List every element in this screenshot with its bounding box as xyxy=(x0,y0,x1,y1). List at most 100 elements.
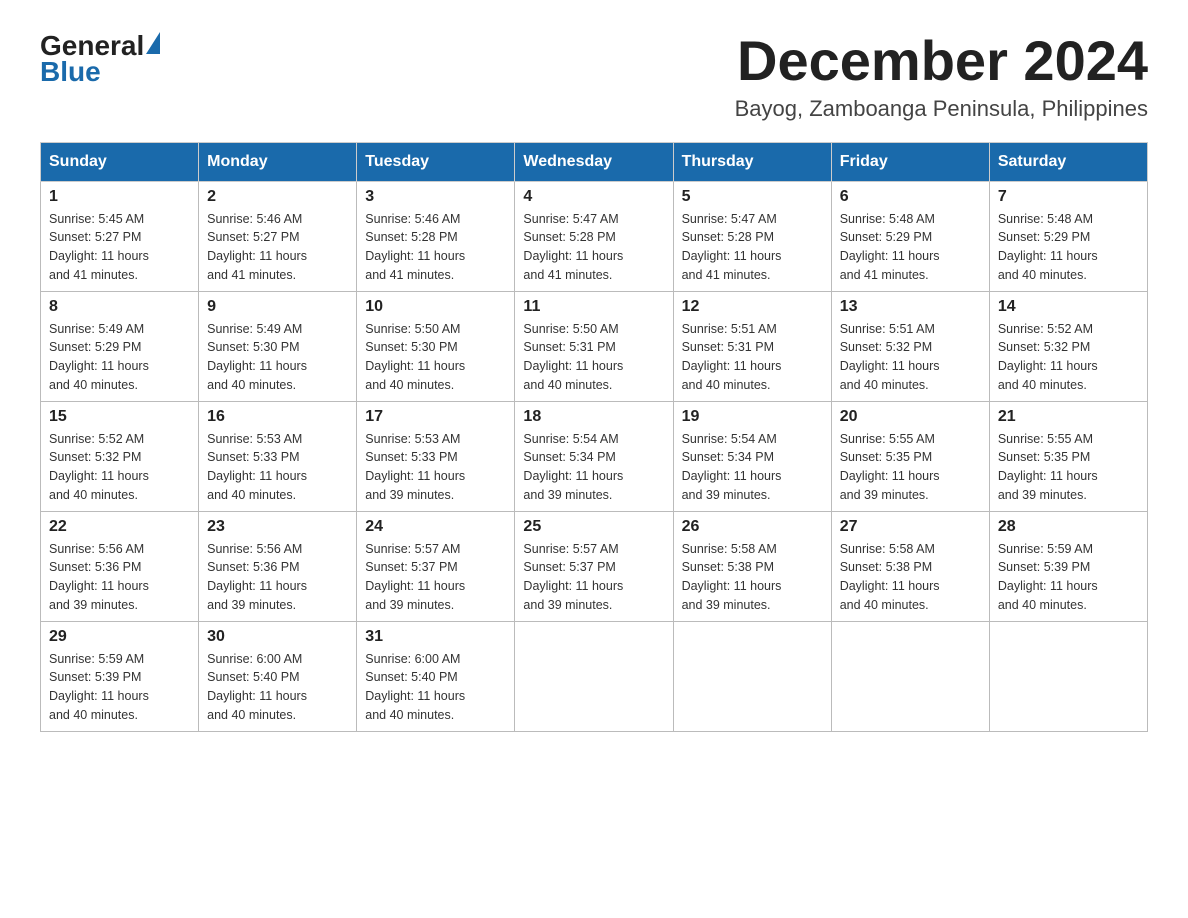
week-row-1: 1 Sunrise: 5:45 AMSunset: 5:27 PMDaylight… xyxy=(41,181,1148,291)
weekday-header-monday: Monday xyxy=(199,142,357,181)
day-number: 30 xyxy=(207,628,348,646)
weekday-header-thursday: Thursday xyxy=(673,142,831,181)
day-info: Sunrise: 5:55 AMSunset: 5:35 PMDaylight:… xyxy=(840,430,981,505)
calendar-cell: 19Sunrise: 5:54 AMSunset: 5:34 PMDayligh… xyxy=(673,401,831,511)
logo-blue-text: Blue xyxy=(40,56,101,88)
day-number: 21 xyxy=(998,408,1139,426)
week-row-3: 15 Sunrise: 5:52 AMSunset: 5:32 PMDayligh… xyxy=(41,401,1148,511)
day-info: Sunrise: 5:56 AMSunset: 5:36 PMDaylight:… xyxy=(49,540,190,615)
calendar-cell: 6 Sunrise: 5:48 AMSunset: 5:29 PMDaylight… xyxy=(831,181,989,291)
day-number: 9 xyxy=(207,298,348,316)
day-number: 12 xyxy=(682,298,823,316)
day-info: Sunrise: 5:48 AMSunset: 5:29 PMDaylight:… xyxy=(998,210,1139,285)
weekday-header-sunday: Sunday xyxy=(41,142,199,181)
calendar-table: SundayMondayTuesdayWednesdayThursdayFrid… xyxy=(40,142,1148,732)
calendar-cell: 3 Sunrise: 5:46 AMSunset: 5:28 PMDaylight… xyxy=(357,181,515,291)
calendar-cell: 13 Sunrise: 5:51 AMSunset: 5:32 PMDayligh… xyxy=(831,291,989,401)
calendar-cell: 24Sunrise: 5:57 AMSunset: 5:37 PMDayligh… xyxy=(357,511,515,621)
calendar-cell: 7 Sunrise: 5:48 AMSunset: 5:29 PMDaylight… xyxy=(989,181,1147,291)
day-number: 17 xyxy=(365,408,506,426)
day-number: 26 xyxy=(682,518,823,536)
day-number: 31 xyxy=(365,628,506,646)
location-subtitle: Bayog, Zamboanga Peninsula, Philippines xyxy=(735,96,1148,122)
day-info: Sunrise: 5:57 AMSunset: 5:37 PMDaylight:… xyxy=(523,540,664,615)
calendar-cell: 11Sunrise: 5:50 AMSunset: 5:31 PMDayligh… xyxy=(515,291,673,401)
calendar-cell: 15 Sunrise: 5:52 AMSunset: 5:32 PMDayligh… xyxy=(41,401,199,511)
day-number: 20 xyxy=(840,408,981,426)
day-info: Sunrise: 5:53 AMSunset: 5:33 PMDaylight:… xyxy=(365,430,506,505)
day-info: Sunrise: 5:52 AMSunset: 5:32 PMDaylight:… xyxy=(49,430,190,505)
day-info: Sunrise: 5:48 AMSunset: 5:29 PMDaylight:… xyxy=(840,210,981,285)
calendar-cell: 8Sunrise: 5:49 AMSunset: 5:29 PMDaylight… xyxy=(41,291,199,401)
calendar-cell: 29 Sunrise: 5:59 AMSunset: 5:39 PMDayligh… xyxy=(41,621,199,731)
day-number: 23 xyxy=(207,518,348,536)
day-number: 18 xyxy=(523,408,664,426)
calendar-cell xyxy=(673,621,831,731)
day-info: Sunrise: 5:45 AMSunset: 5:27 PMDaylight:… xyxy=(49,210,190,285)
day-number: 16 xyxy=(207,408,348,426)
day-info: Sunrise: 5:49 AMSunset: 5:30 PMDaylight:… xyxy=(207,320,348,395)
title-block: December 2024 Bayog, Zamboanga Peninsula… xyxy=(735,30,1148,122)
day-number: 27 xyxy=(840,518,981,536)
calendar-cell: 23 Sunrise: 5:56 AMSunset: 5:36 PMDayligh… xyxy=(199,511,357,621)
day-number: 1 xyxy=(49,188,190,206)
month-title: December 2024 xyxy=(735,30,1148,92)
day-number: 10 xyxy=(365,298,506,316)
day-info: Sunrise: 5:54 AMSunset: 5:34 PMDaylight:… xyxy=(523,430,664,505)
day-number: 13 xyxy=(840,298,981,316)
logo: General Blue xyxy=(40,30,160,88)
weekday-header-wednesday: Wednesday xyxy=(515,142,673,181)
calendar-cell: 31 Sunrise: 6:00 AMSunset: 5:40 PMDayligh… xyxy=(357,621,515,731)
day-number: 14 xyxy=(998,298,1139,316)
calendar-cell: 10Sunrise: 5:50 AMSunset: 5:30 PMDayligh… xyxy=(357,291,515,401)
day-info: Sunrise: 5:51 AMSunset: 5:31 PMDaylight:… xyxy=(682,320,823,395)
week-row-5: 29 Sunrise: 5:59 AMSunset: 5:39 PMDayligh… xyxy=(41,621,1148,731)
day-info: Sunrise: 5:55 AMSunset: 5:35 PMDaylight:… xyxy=(998,430,1139,505)
weekday-header-friday: Friday xyxy=(831,142,989,181)
day-info: Sunrise: 5:59 AMSunset: 5:39 PMDaylight:… xyxy=(49,650,190,725)
calendar-cell: 18 Sunrise: 5:54 AMSunset: 5:34 PMDayligh… xyxy=(515,401,673,511)
calendar-cell: 9 Sunrise: 5:49 AMSunset: 5:30 PMDaylight… xyxy=(199,291,357,401)
day-number: 6 xyxy=(840,188,981,206)
calendar-cell: 26Sunrise: 5:58 AMSunset: 5:38 PMDayligh… xyxy=(673,511,831,621)
day-number: 25 xyxy=(523,518,664,536)
day-info: Sunrise: 5:51 AMSunset: 5:32 PMDaylight:… xyxy=(840,320,981,395)
day-info: Sunrise: 5:56 AMSunset: 5:36 PMDaylight:… xyxy=(207,540,348,615)
calendar-cell: 1 Sunrise: 5:45 AMSunset: 5:27 PMDaylight… xyxy=(41,181,199,291)
day-info: Sunrise: 5:53 AMSunset: 5:33 PMDaylight:… xyxy=(207,430,348,505)
day-info: Sunrise: 5:49 AMSunset: 5:29 PMDaylight:… xyxy=(49,320,190,395)
calendar-cell: 16 Sunrise: 5:53 AMSunset: 5:33 PMDayligh… xyxy=(199,401,357,511)
calendar-cell: 21 Sunrise: 5:55 AMSunset: 5:35 PMDayligh… xyxy=(989,401,1147,511)
day-number: 7 xyxy=(998,188,1139,206)
calendar-cell: 22Sunrise: 5:56 AMSunset: 5:36 PMDayligh… xyxy=(41,511,199,621)
day-info: Sunrise: 6:00 AMSunset: 5:40 PMDaylight:… xyxy=(207,650,348,725)
day-number: 4 xyxy=(523,188,664,206)
calendar-cell: 17 Sunrise: 5:53 AMSunset: 5:33 PMDayligh… xyxy=(357,401,515,511)
calendar-cell xyxy=(831,621,989,731)
day-number: 19 xyxy=(682,408,823,426)
calendar-cell: 5 Sunrise: 5:47 AMSunset: 5:28 PMDaylight… xyxy=(673,181,831,291)
weekday-header-tuesday: Tuesday xyxy=(357,142,515,181)
day-info: Sunrise: 5:52 AMSunset: 5:32 PMDaylight:… xyxy=(998,320,1139,395)
day-number: 15 xyxy=(49,408,190,426)
calendar-cell: 28 Sunrise: 5:59 AMSunset: 5:39 PMDayligh… xyxy=(989,511,1147,621)
weekday-header-saturday: Saturday xyxy=(989,142,1147,181)
week-row-2: 8Sunrise: 5:49 AMSunset: 5:29 PMDaylight… xyxy=(41,291,1148,401)
logo-triangle-icon xyxy=(146,32,160,54)
calendar-cell: 12 Sunrise: 5:51 AMSunset: 5:31 PMDayligh… xyxy=(673,291,831,401)
day-number: 3 xyxy=(365,188,506,206)
day-number: 5 xyxy=(682,188,823,206)
day-info: Sunrise: 5:59 AMSunset: 5:39 PMDaylight:… xyxy=(998,540,1139,615)
day-info: Sunrise: 5:46 AMSunset: 5:27 PMDaylight:… xyxy=(207,210,348,285)
day-info: Sunrise: 5:46 AMSunset: 5:28 PMDaylight:… xyxy=(365,210,506,285)
week-row-4: 22Sunrise: 5:56 AMSunset: 5:36 PMDayligh… xyxy=(41,511,1148,621)
calendar-cell: 20 Sunrise: 5:55 AMSunset: 5:35 PMDayligh… xyxy=(831,401,989,511)
day-number: 29 xyxy=(49,628,190,646)
calendar-cell: 25 Sunrise: 5:57 AMSunset: 5:37 PMDayligh… xyxy=(515,511,673,621)
calendar-cell: 2Sunrise: 5:46 AMSunset: 5:27 PMDaylight… xyxy=(199,181,357,291)
calendar-cell xyxy=(989,621,1147,731)
day-info: Sunrise: 5:47 AMSunset: 5:28 PMDaylight:… xyxy=(682,210,823,285)
day-info: Sunrise: 5:47 AMSunset: 5:28 PMDaylight:… xyxy=(523,210,664,285)
day-info: Sunrise: 6:00 AMSunset: 5:40 PMDaylight:… xyxy=(365,650,506,725)
day-number: 28 xyxy=(998,518,1139,536)
